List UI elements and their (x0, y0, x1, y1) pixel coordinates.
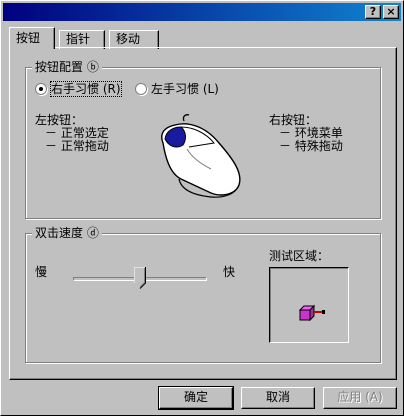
left-button-title: 左按钮： (35, 113, 84, 127)
left-button-item: － 正常选定 (45, 126, 109, 140)
right-button-title: 右按钮： (269, 113, 318, 127)
left-button-item: － 正常拖动 (45, 139, 109, 153)
left-handed-radio[interactable] (135, 83, 147, 95)
ok-button[interactable]: 确定 (158, 386, 234, 410)
test-area[interactable] (269, 267, 349, 343)
fast-label: 快 (223, 265, 236, 279)
help-button[interactable]: ? (365, 5, 381, 19)
test-area-label: 测试区域： (269, 249, 330, 263)
mouse-properties-dialog: ? × 按钮 指针 移动 按钮配置 ⓑ 右手习惯 (R) 左手习惯 (L) 左按… (0, 0, 404, 416)
radio-selected-dot (39, 87, 43, 91)
speed-slider-thumb[interactable] (134, 267, 146, 289)
jack-in-box-icon (298, 304, 325, 322)
slow-label: 慢 (35, 265, 48, 279)
title-bar[interactable]: ? × (3, 3, 401, 21)
left-handed-label[interactable]: 左手习惯 (L) (151, 82, 219, 96)
tab-buttons[interactable]: 按钮 (9, 27, 55, 49)
double-click-title: 双击速度 ⓓ (32, 226, 102, 240)
mouse-icon (161, 114, 241, 198)
right-button-item: － 环境菜单 (279, 126, 343, 140)
button-config-title: 按钮配置 ⓑ (32, 60, 102, 74)
close-button[interactable]: × (383, 5, 399, 19)
apply-button[interactable]: 应用 (A) (323, 387, 397, 409)
right-handed-radio[interactable] (35, 83, 47, 95)
right-handed-label[interactable]: 右手习惯 (R) (50, 81, 122, 97)
right-button-item: － 特殊拖动 (279, 139, 343, 153)
cancel-button[interactable]: 取消 (241, 387, 315, 409)
